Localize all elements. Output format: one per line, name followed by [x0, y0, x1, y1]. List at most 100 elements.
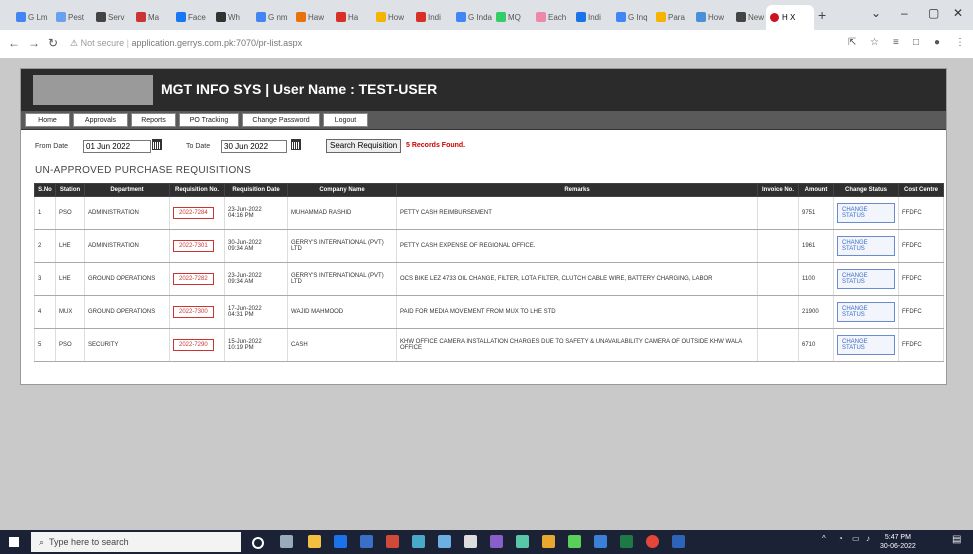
side-panel-icon[interactable]: □	[913, 37, 919, 48]
browser-tab[interactable]: Each	[536, 8, 572, 26]
browser-tab[interactable]: Serv	[96, 8, 132, 26]
menu-logout[interactable]: Logout	[323, 113, 368, 127]
back-icon[interactable]: ←	[8, 36, 20, 50]
cell-remarks: OCS BIKE LEZ 4733 OIL CHANGE, FILTER, LO…	[396, 262, 758, 296]
profile-icon[interactable]: ●	[934, 37, 940, 48]
reading-list-icon[interactable]: ≡	[893, 37, 899, 48]
notifications-icon[interactable]: ▤	[952, 534, 961, 545]
requisition-link[interactable]: 2022-7301	[173, 240, 214, 252]
change-status-button[interactable]: CHANGE STATUS	[837, 203, 895, 223]
taskbar-search-placeholder: Type here to search	[49, 537, 129, 547]
app-icon-7[interactable]	[412, 535, 425, 548]
change-status-button[interactable]: CHANGE STATUS	[837, 236, 895, 256]
browser-tab[interactable]: G nm	[256, 8, 292, 26]
forward-icon[interactable]: →	[28, 36, 40, 50]
excel-icon[interactable]	[620, 535, 633, 548]
from-calendar-icon[interactable]	[152, 139, 162, 150]
browser-tab[interactable]: MQ	[496, 8, 532, 26]
browser-tab[interactable]: Face	[176, 8, 212, 26]
task-view-icon[interactable]	[280, 535, 293, 548]
browser-tab[interactable]: Pest	[56, 8, 92, 26]
tab-favicon-icon	[770, 13, 779, 22]
share-icon[interactable]: ⇱	[848, 37, 856, 48]
browser-tab[interactable]: How	[696, 8, 732, 26]
browser-tab[interactable]: G Inda	[456, 8, 492, 26]
address-bar-row: ← → ↻ ⚠ Not secure | application.gerrys.…	[0, 30, 973, 59]
reload-icon[interactable]: ↻	[48, 36, 58, 50]
network-icon[interactable]: ◔	[838, 534, 843, 543]
to-calendar-icon[interactable]	[291, 139, 301, 150]
menu-home[interactable]: Home	[25, 113, 70, 127]
cell-invoice	[757, 229, 799, 263]
app-icon-12[interactable]	[542, 535, 555, 548]
app-icon-14[interactable]	[594, 535, 607, 548]
chrome-icon[interactable]	[646, 535, 659, 548]
cell-cost-centre: FFDFC	[898, 262, 944, 296]
app-icon-8[interactable]	[438, 535, 451, 548]
menu-po-tracking[interactable]: PO Tracking	[179, 113, 239, 127]
cell-sno: 3	[34, 262, 56, 296]
cell-company: WAJID MAHMOOD	[287, 295, 397, 329]
browser-tab[interactable]: How	[376, 8, 412, 26]
requisition-link[interactable]: 2022-7300	[173, 306, 214, 318]
col-company: Company Name	[287, 183, 397, 197]
change-status-button[interactable]: CHANGE STATUS	[837, 335, 895, 355]
browser-tab[interactable]: Ma	[136, 8, 172, 26]
tab-label: Pest	[68, 12, 85, 22]
app-icon-13[interactable]	[568, 535, 581, 548]
requisition-link[interactable]: 2022-7290	[173, 339, 214, 351]
battery-icon[interactable]: ▭	[852, 534, 860, 543]
maximize-button[interactable]: ▢	[928, 6, 939, 20]
active-tab[interactable]: H X	[766, 5, 814, 30]
tab-favicon-icon	[376, 12, 386, 22]
app-icon-9[interactable]	[464, 535, 477, 548]
from-date-input[interactable]: 01 Jun 2022	[83, 140, 151, 153]
tab-label: Ha	[348, 12, 359, 22]
windows-start-icon[interactable]	[9, 537, 19, 547]
app-icon-6[interactable]	[386, 535, 399, 548]
new-tab-button[interactable]: +	[818, 7, 826, 23]
change-status-button[interactable]: CHANGE STATUS	[837, 269, 895, 289]
app-icon-5[interactable]	[360, 535, 373, 548]
menu-kebab-icon[interactable]: ⋮	[955, 37, 965, 48]
change-status-button[interactable]: CHANGE STATUS	[837, 302, 895, 322]
outlook-icon[interactable]	[334, 535, 347, 548]
cell-sno: 1	[34, 196, 56, 230]
close-window-button[interactable]: ✕	[953, 6, 963, 20]
app-icon-10[interactable]	[490, 535, 503, 548]
requisition-link[interactable]: 2022-7282	[173, 273, 214, 285]
app-icon-11[interactable]	[516, 535, 529, 548]
browser-tab[interactable]: Wh	[216, 8, 252, 26]
search-requisition-button[interactable]: Search Requisition	[326, 139, 402, 153]
file-explorer-icon[interactable]	[308, 535, 321, 548]
browser-tab[interactable]: Indi	[416, 8, 452, 26]
menu-reports[interactable]: Reports	[131, 113, 176, 127]
volume-icon[interactable]: ♪	[866, 534, 870, 543]
tab-favicon-icon	[216, 12, 226, 22]
url-field[interactable]: ⚠ Not secure | application.gerrys.com.pk…	[70, 38, 302, 49]
browser-tab[interactable]: G Lm	[16, 8, 52, 26]
browser-tab[interactable]: Indi	[576, 8, 612, 26]
bookmark-star-icon[interactable]: ☆	[870, 37, 879, 48]
menu-approvals[interactable]: Approvals	[73, 113, 128, 127]
browser-tab[interactable]: G Inq	[616, 8, 652, 26]
requisition-link[interactable]: 2022-7284	[173, 207, 214, 219]
tab-search-icon[interactable]: ⌄	[871, 6, 881, 20]
cell-amount: 6710	[798, 328, 834, 362]
browser-tab[interactable]: Ha	[336, 8, 372, 26]
cell-remarks: PETTY CASH REIMBURSEMENT	[396, 196, 758, 230]
tab-favicon-icon	[696, 12, 706, 22]
system-clock[interactable]: 5:47 PM 30-06-2022	[880, 533, 916, 551]
tab-label: Each	[548, 12, 567, 22]
taskbar-search-box[interactable]: ⌕ Type here to search	[31, 532, 241, 552]
cell-req-date: 15-Jun-2022 10:19 PM	[224, 328, 288, 362]
to-date-input[interactable]: 30 Jun 2022	[221, 140, 287, 153]
menu-change-password[interactable]: Change Password	[242, 113, 320, 127]
app-icon-17[interactable]	[672, 535, 685, 548]
cortana-icon[interactable]	[252, 537, 264, 549]
browser-tab[interactable]: Haw	[296, 8, 332, 26]
minimize-button[interactable]: –	[901, 6, 908, 20]
browser-tab[interactable]: Para	[656, 8, 692, 26]
tray-chevron-icon[interactable]: ^	[822, 534, 826, 543]
cell-req-date: 23-Jun-2022 09:34 AM	[224, 262, 288, 296]
